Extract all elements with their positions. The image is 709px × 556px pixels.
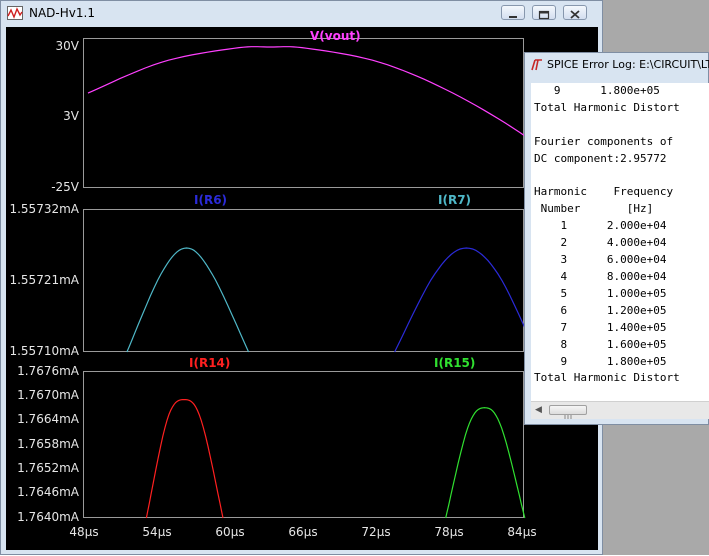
- scroll-thumb[interactable]: [549, 405, 587, 419]
- trace-vvout[interactable]: [87, 46, 576, 179]
- scroll-left-arrow-icon[interactable]: ◀: [535, 405, 542, 415]
- waveform-window[interactable]: NAD-Hv1.1 30V 3V -25V 1.55732mA 1.55721m…: [0, 0, 603, 555]
- trace-ir14[interactable]: [145, 399, 224, 519]
- trace-ir6[interactable]: [126, 247, 250, 353]
- ltspice-logo-icon: [531, 59, 542, 71]
- error-log-text: 9 1.800e+05 Total Harmonic Distort Fouri…: [534, 84, 680, 385]
- trace-ir15[interactable]: [445, 407, 526, 519]
- horizontal-scrollbar[interactable]: ◀: [531, 401, 709, 419]
- error-log-title: SPICE Error Log: E:\CIRCUIT\LT: [547, 58, 709, 71]
- waveform-traces: [87, 46, 576, 519]
- trace-ir7[interactable]: [394, 247, 537, 353]
- error-log-text-area[interactable]: 9 1.800e+05 Total Harmonic Distort Fouri…: [531, 83, 709, 401]
- error-log-window[interactable]: SPICE Error Log: E:\CIRCUIT\LT 9 1.800e+…: [524, 52, 709, 425]
